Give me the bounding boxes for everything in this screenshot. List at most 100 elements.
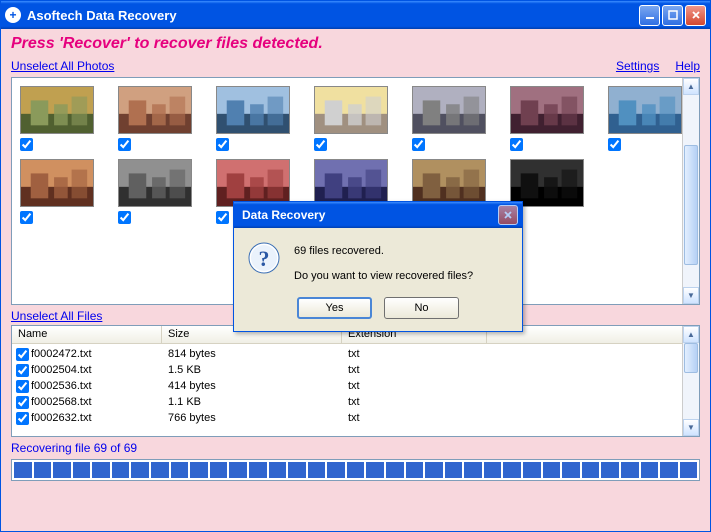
- file-row[interactable]: f0002632.txt766 bytestxt: [12, 410, 699, 426]
- dialog-close-button[interactable]: [498, 205, 518, 225]
- thumbnail-image[interactable]: [510, 159, 584, 207]
- photo-thumb[interactable]: [20, 159, 94, 224]
- photo-checkbox[interactable]: [510, 138, 523, 151]
- file-row[interactable]: f0002472.txt814 bytestxt: [12, 346, 699, 362]
- maximize-button[interactable]: [662, 5, 683, 26]
- thumbnail-image[interactable]: [20, 159, 94, 207]
- thumbnail-image[interactable]: [216, 86, 290, 134]
- progress-segment: [386, 462, 404, 478]
- app-window: + Asoftech Data Recovery Press 'Recover'…: [0, 0, 711, 532]
- thumbnail-image[interactable]: [510, 86, 584, 134]
- titlebar: + Asoftech Data Recovery: [1, 1, 710, 29]
- scroll-thumb[interactable]: [684, 145, 698, 265]
- file-row[interactable]: f0002504.txt1.5 KBtxt: [12, 362, 699, 378]
- file-name: f0002504.txt: [31, 364, 92, 376]
- thumbnail-image[interactable]: [20, 86, 94, 134]
- file-name: f0002472.txt: [31, 348, 92, 360]
- column-name[interactable]: Name: [12, 326, 162, 343]
- settings-link[interactable]: Settings: [616, 59, 659, 73]
- progress-segment: [112, 462, 130, 478]
- progress-segment: [53, 462, 71, 478]
- close-button[interactable]: [685, 5, 706, 26]
- progress-segment: [464, 462, 482, 478]
- progress-segment: [484, 462, 502, 478]
- dialog-line1: 69 files recovered.: [294, 242, 473, 261]
- file-row[interactable]: f0002536.txt414 bytestxt: [12, 378, 699, 394]
- progress-segment: [190, 462, 208, 478]
- thumbnail-image[interactable]: [314, 159, 388, 207]
- progress-segment: [288, 462, 306, 478]
- progress-segment: [73, 462, 91, 478]
- photo-thumb[interactable]: [314, 86, 388, 151]
- photo-checkbox[interactable]: [412, 138, 425, 151]
- unselect-all-photos-link[interactable]: Unselect All Photos: [11, 59, 114, 73]
- scroll-up-button[interactable]: ▲: [683, 326, 699, 343]
- yes-button[interactable]: Yes: [297, 297, 372, 319]
- file-scrollbar[interactable]: ▲ ▼: [682, 326, 699, 436]
- scroll-down-button[interactable]: ▼: [683, 419, 699, 436]
- file-size: 414 bytes: [162, 380, 342, 392]
- minimize-button[interactable]: [639, 5, 660, 26]
- photo-thumb[interactable]: [118, 159, 192, 224]
- progress-segment: [582, 462, 600, 478]
- scroll-up-button[interactable]: ▲: [683, 78, 699, 95]
- progress-segment: [308, 462, 326, 478]
- file-name: f0002632.txt: [31, 412, 92, 424]
- thumbnail-image[interactable]: [118, 86, 192, 134]
- photo-checkbox[interactable]: [216, 211, 229, 224]
- file-size: 1.5 KB: [162, 364, 342, 376]
- thumbnail-image[interactable]: [412, 86, 486, 134]
- thumbnail-image[interactable]: [216, 159, 290, 207]
- photo-thumb[interactable]: [608, 86, 682, 151]
- file-name: f0002568.txt: [31, 396, 92, 408]
- photo-checkbox[interactable]: [118, 138, 131, 151]
- progress-segment: [131, 462, 149, 478]
- progress-segment: [151, 462, 169, 478]
- photo-checkbox[interactable]: [216, 138, 229, 151]
- progress-segment: [406, 462, 424, 478]
- photo-thumb[interactable]: [412, 86, 486, 151]
- photo-checkbox[interactable]: [118, 211, 131, 224]
- thumbnail-image[interactable]: [314, 86, 388, 134]
- file-checkbox[interactable]: [16, 396, 29, 409]
- photo-checkbox[interactable]: [20, 211, 33, 224]
- progress-segment: [503, 462, 521, 478]
- dialog-message: 69 files recovered. Do you want to view …: [294, 242, 473, 285]
- app-icon: +: [5, 7, 21, 23]
- progress-segment: [425, 462, 443, 478]
- no-button[interactable]: No: [384, 297, 459, 319]
- progress-segment: [680, 462, 698, 478]
- photo-thumb[interactable]: [510, 86, 584, 151]
- progress-segment: [171, 462, 189, 478]
- progress-segment: [249, 462, 267, 478]
- photo-checkbox[interactable]: [20, 138, 33, 151]
- svg-text:?: ?: [259, 246, 270, 271]
- thumbnail-image[interactable]: [118, 159, 192, 207]
- scroll-track[interactable]: [683, 95, 699, 287]
- progress-segment: [327, 462, 345, 478]
- file-checkbox[interactable]: [16, 348, 29, 361]
- photo-thumb[interactable]: [216, 86, 290, 151]
- file-checkbox[interactable]: [16, 380, 29, 393]
- file-size: 1.1 KB: [162, 396, 342, 408]
- progress-segment: [660, 462, 678, 478]
- progress-segment: [523, 462, 541, 478]
- thumbnail-image[interactable]: [608, 86, 682, 134]
- photo-thumb[interactable]: [20, 86, 94, 151]
- scroll-track[interactable]: [683, 343, 699, 419]
- file-row[interactable]: f0002568.txt1.1 KBtxt: [12, 394, 699, 410]
- photo-scrollbar[interactable]: ▲ ▼: [682, 78, 699, 304]
- scroll-down-button[interactable]: ▼: [683, 287, 699, 304]
- photo-checkbox[interactable]: [608, 138, 621, 151]
- unselect-all-files-link[interactable]: Unselect All Files: [11, 309, 102, 323]
- file-checkbox[interactable]: [16, 412, 29, 425]
- thumbnail-image[interactable]: [412, 159, 486, 207]
- file-checkbox[interactable]: [16, 364, 29, 377]
- photo-checkbox[interactable]: [314, 138, 327, 151]
- scroll-thumb[interactable]: [684, 343, 698, 373]
- help-link[interactable]: Help: [675, 59, 700, 73]
- progress-segment: [543, 462, 561, 478]
- photo-thumb[interactable]: [118, 86, 192, 151]
- progress-segment: [347, 462, 365, 478]
- file-extension: txt: [342, 412, 487, 424]
